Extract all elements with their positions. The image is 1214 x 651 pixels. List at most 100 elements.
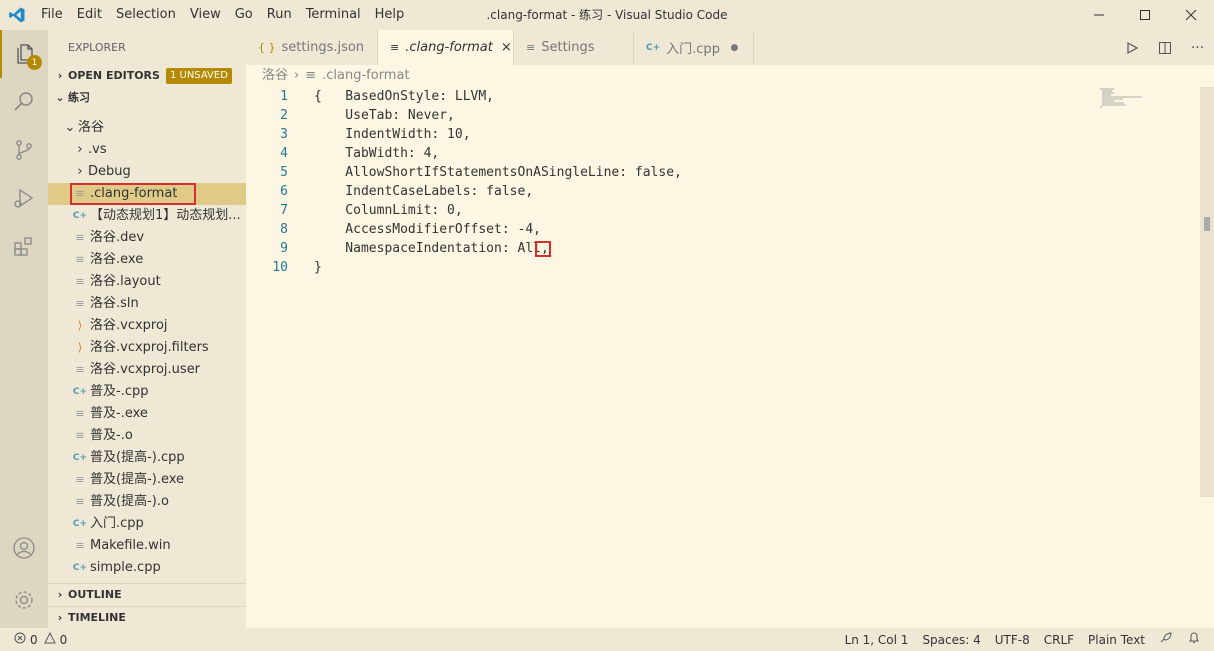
maximize-icon[interactable] bbox=[1122, 0, 1168, 30]
menu-file[interactable]: File bbox=[34, 0, 70, 30]
workspace-section[interactable]: ⌄ 练习 bbox=[48, 87, 246, 109]
file-row[interactable]: ≡ .clang-format bbox=[48, 183, 246, 205]
menu-edit[interactable]: Edit bbox=[70, 0, 109, 30]
folder-row[interactable]: ⌄ 洛谷 bbox=[48, 117, 246, 139]
vertical-scrollbar[interactable] bbox=[1200, 87, 1214, 497]
code-text: ColumnLimit: 0, bbox=[314, 203, 463, 218]
file-lines-icon: ≡ bbox=[75, 429, 85, 442]
encoding[interactable]: UTF-8 bbox=[988, 633, 1037, 647]
run-icon[interactable] bbox=[1115, 41, 1148, 55]
chevron-right-icon: › bbox=[57, 69, 63, 82]
chevron-right-icon: › bbox=[77, 164, 83, 179]
file-row[interactable]: ≡ 普及-.o bbox=[48, 425, 246, 447]
cursor-position[interactable]: Ln 1, Col 1 bbox=[838, 633, 916, 647]
split-editor-icon[interactable] bbox=[1148, 41, 1181, 55]
end-of-line[interactable]: CRLF bbox=[1037, 633, 1081, 647]
run-debug-icon[interactable] bbox=[0, 174, 48, 222]
folder-row[interactable]: › Debug bbox=[48, 161, 246, 183]
problems-indicator[interactable]: 0 0 bbox=[0, 631, 67, 647]
code-text: { BasedOnStyle: LLVM, bbox=[314, 89, 495, 104]
file-label: 洛谷.vcxproj.filters bbox=[90, 340, 209, 355]
tab-label: settings.json bbox=[281, 40, 365, 55]
chevron-right-icon: › bbox=[57, 610, 63, 624]
more-actions-icon[interactable]: ··· bbox=[1181, 40, 1214, 56]
xml-file-icon: ⟩ bbox=[77, 319, 83, 332]
minimize-icon[interactable] bbox=[1076, 0, 1122, 30]
menu-view[interactable]: View bbox=[183, 0, 228, 30]
feedback-icon[interactable] bbox=[1152, 631, 1180, 648]
file-row[interactable]: C+ 普及-.cpp bbox=[48, 381, 246, 403]
tab-1[interactable]: { } settings.json bbox=[246, 30, 378, 65]
explorer-badge: 1 bbox=[27, 55, 42, 70]
close-tab-icon[interactable]: × bbox=[501, 40, 512, 55]
file-row[interactable]: ⟩ 洛谷.vcxproj bbox=[48, 315, 246, 337]
sidebar-bottom-panels: › OUTLINE › TIMELINE bbox=[48, 583, 246, 628]
cpp-file-icon: C+ bbox=[646, 42, 661, 53]
code-editor[interactable]: 1{ BasedOnStyle: LLVM, 2 UseTab: Never, 3 … bbox=[246, 87, 1214, 628]
explorer-icon[interactable]: 1 bbox=[0, 30, 48, 78]
chevron-right-icon: › bbox=[77, 142, 83, 157]
file-row[interactable]: ≡ 洛谷.vcxproj.user bbox=[48, 359, 246, 381]
file-row[interactable]: C+ 入门.cpp bbox=[48, 513, 246, 535]
file-row[interactable]: ≡ 洛谷.layout bbox=[48, 271, 246, 293]
indentation[interactable]: Spaces: 4 bbox=[915, 633, 987, 647]
clipped-row bbox=[48, 109, 246, 117]
menu-help[interactable]: Help bbox=[368, 0, 412, 30]
line-number: 7 bbox=[280, 203, 288, 218]
unsaved-dot-icon[interactable]: ● bbox=[728, 43, 741, 53]
file-row[interactable]: C+ 【动态规划1】动态规划... bbox=[48, 205, 246, 227]
file-label: 洛谷.vcxproj bbox=[90, 318, 168, 333]
file-row[interactable]: ≡ 普及(提高-).o bbox=[48, 491, 246, 513]
file-row[interactable]: ≡ 普及-.exe bbox=[48, 403, 246, 425]
breadcrumb: 洛谷 › ≡ .clang-format bbox=[262, 65, 410, 87]
file-label: 普及-.o bbox=[90, 428, 133, 443]
file-row[interactable]: ⟩ 洛谷.vcxproj.filters bbox=[48, 337, 246, 359]
extensions-icon[interactable] bbox=[0, 222, 48, 270]
line-number: 9 bbox=[280, 241, 288, 256]
file-row[interactable]: ≡ 洛谷.dev bbox=[48, 227, 246, 249]
json-file-icon: { } bbox=[258, 41, 276, 54]
menu-go[interactable]: Go bbox=[228, 0, 260, 30]
line-number: 8 bbox=[280, 222, 288, 237]
code-text: AllowShortIfStatementsOnASingleLine: fal… bbox=[314, 165, 682, 180]
file-lines-icon: ≡ bbox=[75, 231, 85, 244]
tab-2[interactable]: ≡ .clang-format × bbox=[378, 30, 514, 65]
source-control-icon[interactable] bbox=[0, 126, 48, 174]
language-mode[interactable]: Plain Text bbox=[1081, 633, 1152, 647]
tab-label: .clang-format bbox=[405, 40, 493, 55]
settings-gear-icon[interactable] bbox=[0, 576, 48, 624]
code-line: 3 IndentWidth: 10, bbox=[246, 125, 1106, 144]
search-icon[interactable] bbox=[0, 78, 48, 126]
file-tree: ⌄ 洛谷 › .vs › Debug ≡ .clang-format C+ 【动态规划1】动态… bbox=[48, 109, 246, 579]
open-editors-section[interactable]: › OPEN EDITORS 1 UNSAVED bbox=[48, 65, 246, 87]
account-icon[interactable] bbox=[0, 524, 48, 572]
file-lines-icon: ≡ bbox=[75, 495, 85, 508]
minimap bbox=[1100, 88, 1142, 108]
file-row[interactable]: C+ simple.cpp bbox=[48, 557, 246, 579]
folder-row[interactable]: › .vs bbox=[48, 139, 246, 161]
file-row[interactable]: ≡ Makefile.win bbox=[48, 535, 246, 557]
error-count: 0 bbox=[30, 632, 38, 647]
tab-3[interactable]: ≡ Settings bbox=[514, 30, 634, 65]
menu-terminal[interactable]: Terminal bbox=[299, 0, 368, 30]
file-lines-icon: ≡ bbox=[75, 407, 85, 420]
file-row[interactable]: C+ 普及(提高-).cpp bbox=[48, 447, 246, 469]
file-row[interactable]: ≡ 洛谷.sln bbox=[48, 293, 246, 315]
file-label: Debug bbox=[88, 164, 131, 179]
notifications-bell-icon[interactable] bbox=[1180, 631, 1208, 648]
file-lines-icon: ≡ bbox=[390, 41, 400, 54]
breadcrumb-folder[interactable]: 洛谷 bbox=[262, 65, 288, 87]
file-label: 普及(提高-).o bbox=[90, 494, 169, 509]
outline-section[interactable]: › OUTLINE bbox=[48, 584, 246, 606]
menu-run[interactable]: Run bbox=[260, 0, 299, 30]
file-row[interactable]: ≡ 洛谷.exe bbox=[48, 249, 246, 271]
file-row[interactable]: ≡ 普及(提高-).exe bbox=[48, 469, 246, 491]
unsaved-badge: 1 UNSAVED bbox=[165, 68, 232, 84]
close-window-icon[interactable] bbox=[1168, 0, 1214, 30]
file-label: Makefile.win bbox=[90, 538, 171, 553]
file-label: simple.cpp bbox=[90, 560, 161, 575]
menu-selection[interactable]: Selection bbox=[109, 0, 183, 30]
tab-4[interactable]: C+ 入门.cpp ● bbox=[634, 30, 754, 65]
breadcrumb-file[interactable]: .clang-format bbox=[322, 65, 409, 87]
timeline-section[interactable]: › TIMELINE bbox=[48, 606, 246, 628]
